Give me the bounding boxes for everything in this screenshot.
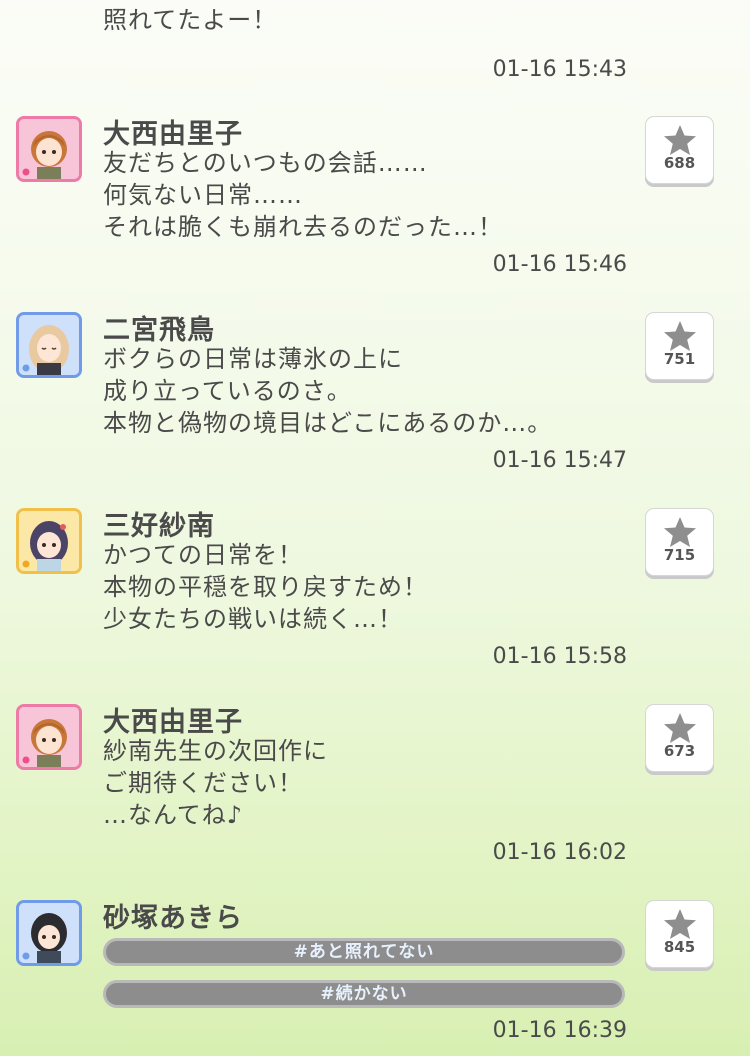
sender-name: 三好紗南 [103, 511, 215, 542]
star-icon [663, 125, 696, 155]
star-icon [663, 909, 696, 939]
sender-name: 大西由里子 [103, 707, 243, 738]
message-timestamp: 01-16 15:46 [492, 252, 627, 277]
idol-portrait-icon [19, 707, 79, 767]
idol-portrait-icon [19, 119, 79, 179]
like-button[interactable]: 715 [645, 508, 714, 576]
message-text: 友だちとのいつもの会話…… 何気ない日常…… それは脆くも崩れ去るのだった…！ [103, 149, 503, 241]
message-text: ありがとナス…だって！ 照れてたよー！ [103, 0, 376, 34]
message-timestamp: 01-16 15:58 [492, 644, 627, 669]
sender-name: 二宮飛鳥 [103, 315, 215, 346]
message-text: 紗南先生の次回作に ご期待ください！ …なんてね♪ [103, 737, 328, 829]
star-icon [663, 321, 696, 351]
like-count: 673 [663, 742, 696, 760]
avatar[interactable] [16, 116, 82, 182]
star-icon [663, 713, 696, 743]
like-button[interactable]: 688 [645, 116, 714, 184]
like-count: 688 [663, 154, 696, 172]
like-button[interactable]: 751 [645, 312, 714, 380]
message-timestamp: 01-16 16:39 [492, 1018, 627, 1043]
hashtag-pill[interactable]: #続かない [103, 980, 625, 1008]
idol-portrait-icon [19, 511, 79, 571]
like-count: 751 [663, 350, 696, 368]
message-timestamp: 01-16 16:02 [492, 840, 627, 865]
avatar[interactable] [16, 312, 82, 378]
sender-name: 大西由里子 [103, 119, 243, 150]
like-count: 845 [663, 938, 696, 956]
message-timestamp: 01-16 15:47 [492, 448, 627, 473]
message-timestamp: 01-16 15:43 [492, 57, 627, 82]
sender-name: 砂塚あきら [103, 903, 243, 934]
like-button[interactable]: 673 [645, 704, 714, 772]
avatar[interactable] [16, 900, 82, 966]
like-count: 715 [663, 546, 696, 564]
hashtag-pill[interactable]: #あと照れてない [103, 938, 625, 966]
idol-portrait-icon [19, 903, 79, 963]
avatar[interactable] [16, 704, 82, 770]
message-feed[interactable]: ありがとナス…だって！ 照れてたよー！ 01-16 15:43 大西由里子 友だ… [0, 0, 750, 1056]
avatar[interactable] [16, 508, 82, 574]
idol-portrait-icon [19, 315, 79, 375]
message-text: ボクらの日常は薄氷の上に 成り立っているのさ。 本物と偽物の境目はどこにあるのか… [103, 345, 553, 437]
like-button[interactable]: 845 [645, 900, 714, 968]
message-text: かつての日常を！ 本物の平穏を取り戻すため！ 少女たちの戦いは続く…！ [103, 541, 428, 633]
star-icon [663, 517, 696, 547]
